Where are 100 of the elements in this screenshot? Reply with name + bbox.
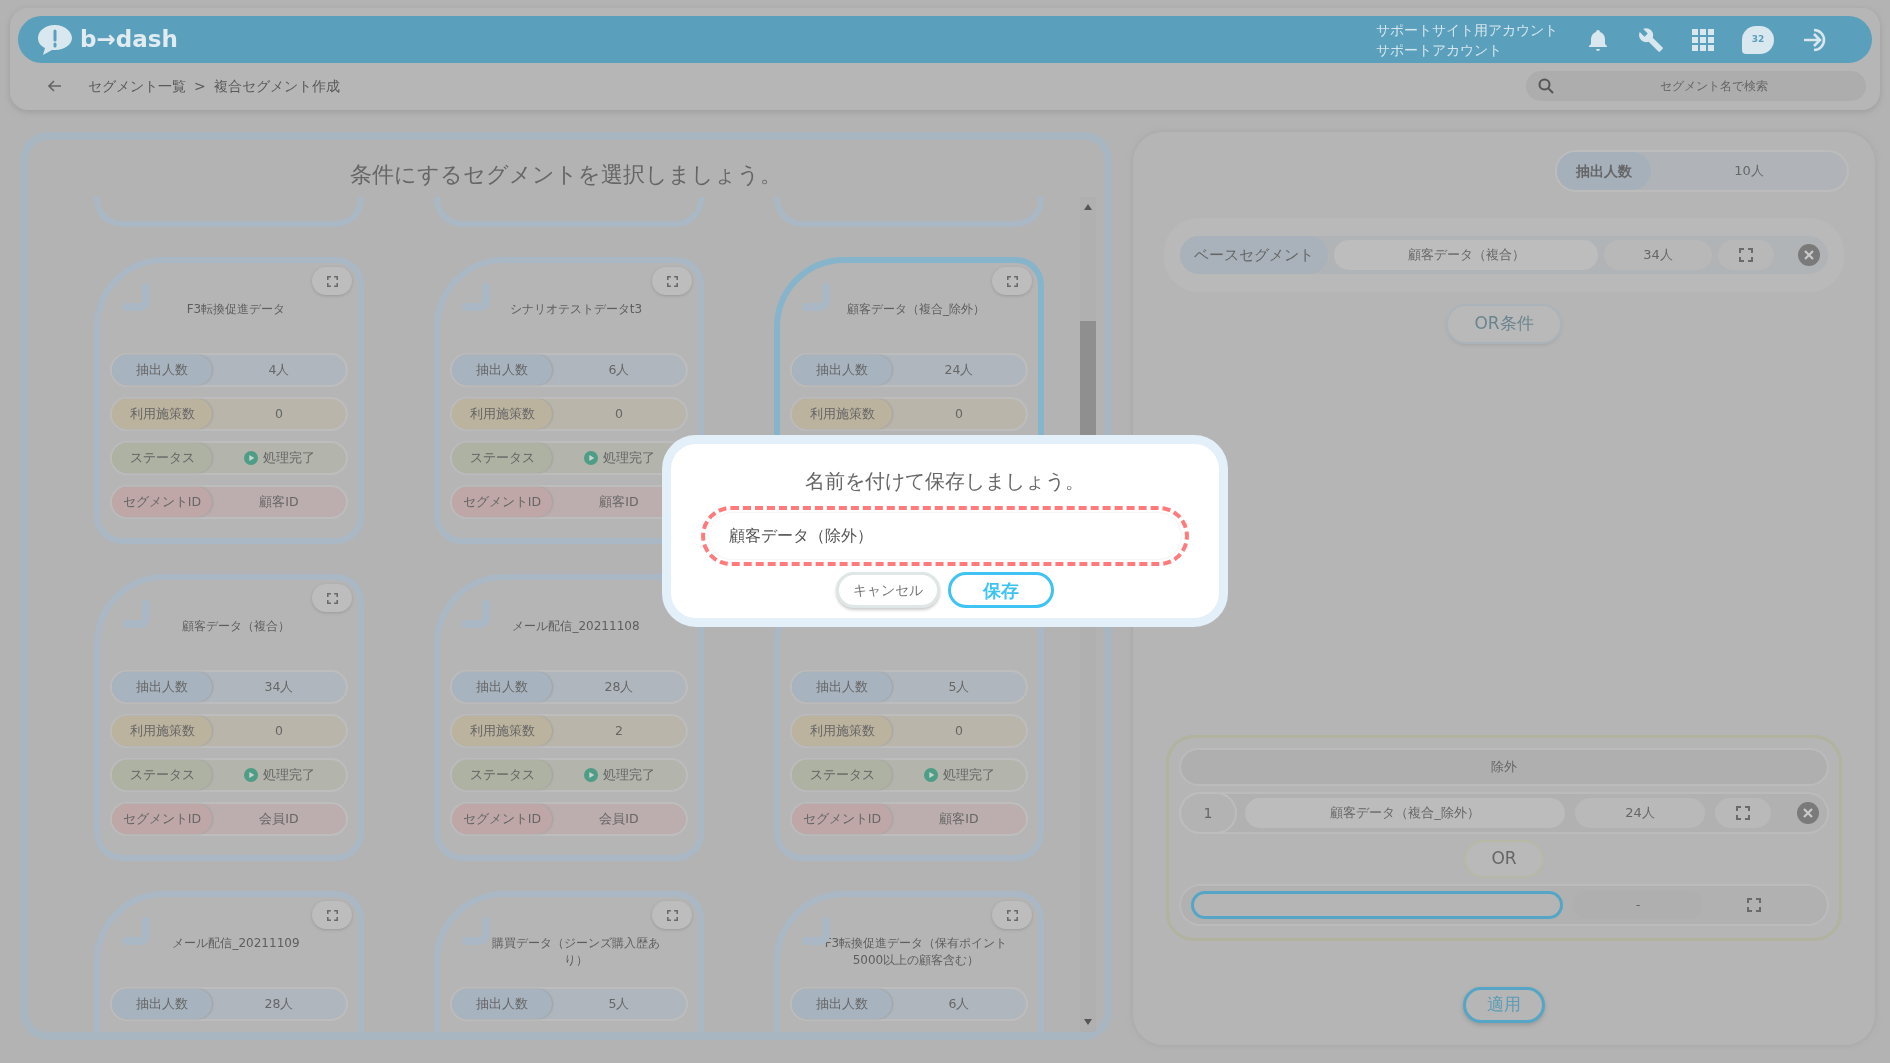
stat-value: 処理完了 xyxy=(262,448,315,467)
stat-label: 利用施策数 xyxy=(452,399,552,429)
wrench-icon[interactable] xyxy=(1638,26,1664,53)
stat-label: ステータス xyxy=(792,760,892,790)
segment-card[interactable]: メール配信_20211109 抽出人数 28人 xyxy=(94,891,364,1032)
base-segment-label: ベースセグメント xyxy=(1180,236,1328,274)
stat-value: 0 xyxy=(615,404,623,423)
play-icon xyxy=(243,768,258,782)
back-arrow-icon[interactable] xyxy=(48,80,62,92)
stat-label: ステータス xyxy=(112,443,212,473)
expand-icon xyxy=(1006,909,1018,921)
stat-label: 抽出人数 xyxy=(792,989,892,1019)
card-title: F3転換促進データ xyxy=(186,301,286,318)
or-condition-button[interactable]: OR条件 xyxy=(1448,306,1560,342)
grid-icon[interactable] xyxy=(1692,28,1714,51)
total-count-value: 10人 xyxy=(1733,162,1765,181)
stat-value: 5人 xyxy=(948,677,970,696)
expand-button[interactable] xyxy=(312,901,352,929)
breadcrumb-current: 複合セグメント作成 xyxy=(213,76,340,96)
stat-label: 抽出人数 xyxy=(452,989,552,1019)
segment-card[interactable]: 顧客データ（複合） 抽出人数 34人 利用施策数 0 ステータス 処理完了 セグメントID 会員ID xyxy=(94,574,364,861)
stat-value: 0 xyxy=(275,721,283,740)
account-name: サポートアカウント xyxy=(1376,40,1503,60)
name-field[interactable]: 顧客データ（除外） xyxy=(701,506,1189,566)
expand-icon xyxy=(1739,248,1753,262)
panel-title: 条件にするセグメントを選択しましょう。 xyxy=(350,161,782,189)
card-title: 顧客データ（複合） xyxy=(182,618,290,635)
account-name: サポートサイト用アカウント xyxy=(1376,20,1558,40)
stat-label: ステータス xyxy=(452,443,552,473)
stat-label: 利用施策数 xyxy=(792,716,892,746)
card-title: メール配信_20211109 xyxy=(172,935,300,952)
total-count-label: 抽出人数 xyxy=(1557,152,1651,190)
scroll-down-icon[interactable] xyxy=(1083,1018,1093,1026)
stat-value: 会員ID xyxy=(599,809,639,828)
expand-icon xyxy=(666,909,678,921)
stat-label: 抽出人数 xyxy=(792,355,892,385)
stat-value: 顧客ID xyxy=(259,492,299,511)
stat-value: 4人 xyxy=(268,360,290,379)
search-field[interactable]: セグメント名で検索 xyxy=(1526,71,1866,101)
expand-button[interactable] xyxy=(1718,240,1774,270)
bell-icon[interactable] xyxy=(1586,27,1610,52)
stat-label: 抽出人数 xyxy=(112,672,212,702)
stat-value: 6人 xyxy=(608,360,630,379)
play-icon xyxy=(243,451,258,465)
stat-label: 利用施策数 xyxy=(792,399,892,429)
stat-label: セグメントID xyxy=(112,804,212,834)
expand-icon xyxy=(326,275,338,287)
stat-value: 処理完了 xyxy=(602,448,655,467)
segment-card[interactable]: メール配信_20211108 抽出人数 28人 利用施策数 2 ステータス 処理完了 セグメントID 会員ID xyxy=(434,574,704,861)
stat-value: 5人 xyxy=(608,994,630,1013)
expand-button[interactable] xyxy=(652,901,692,929)
segment-name: 顧客データ（複合） xyxy=(1334,240,1598,270)
card-title: 顧客データ（複合_除外） xyxy=(847,301,985,318)
exclusion-header: 除外 xyxy=(1181,750,1827,784)
close-icon[interactable] xyxy=(1798,244,1820,266)
stat-value: 0 xyxy=(955,721,963,740)
scroll-up-icon[interactable] xyxy=(1083,203,1093,211)
stat-value: 28人 xyxy=(604,677,634,696)
expand-button[interactable] xyxy=(312,584,352,612)
stat-value: 処理完了 xyxy=(602,765,655,784)
expand-icon xyxy=(1747,898,1761,912)
stat-value: 0 xyxy=(955,404,963,423)
stat-value: 6人 xyxy=(948,994,970,1013)
stat-label: ステータス xyxy=(452,760,552,790)
stat-label: ステータス xyxy=(112,760,212,790)
stat-label: 抽出人数 xyxy=(792,672,892,702)
stat-label: セグメントID xyxy=(452,804,552,834)
stat-label: 抽出人数 xyxy=(112,355,212,385)
chat-button[interactable]: 32 xyxy=(1742,25,1774,54)
segment-card[interactable]: シナリオテストデータt3 抽出人数 6人 利用施策数 0 ステータス 処理完了 セグメントID 顧客ID xyxy=(434,257,704,544)
breadcrumb-link[interactable]: セグメント一覧 xyxy=(88,75,186,97)
segment-card[interactable]: F3転換促進データ 抽出人数 4人 利用施策数 0 ステータス 処理完了 セグメントID 顧客ID xyxy=(94,257,364,544)
segment-count: 24人 xyxy=(1575,798,1705,828)
expand-icon xyxy=(326,592,338,604)
expand-button[interactable] xyxy=(312,267,352,295)
card-title: シナリオテストデータt3 xyxy=(509,301,643,318)
logo-text: b→dash xyxy=(80,25,178,55)
save-button[interactable]: 保存 xyxy=(948,572,1054,608)
expand-button[interactable] xyxy=(652,267,692,295)
stat-label: セグメントID xyxy=(452,487,552,517)
stat-value: 28人 xyxy=(264,994,294,1013)
cancel-button[interactable]: キャンセル xyxy=(836,572,940,608)
logo-icon xyxy=(36,22,74,57)
breadcrumb-separator: > xyxy=(194,76,206,96)
segment-count: 34人 xyxy=(1604,240,1712,270)
segment-card[interactable]: 購買データ（ジーンズ購入歴あり） 抽出人数 5人 xyxy=(434,891,704,1032)
expand-button[interactable] xyxy=(992,901,1032,929)
stat-value: 0 xyxy=(275,404,283,423)
expand-button[interactable] xyxy=(1715,798,1771,828)
stat-label: セグメントID xyxy=(112,487,212,517)
expand-icon xyxy=(666,275,678,287)
card-title: メール配信_20211108 xyxy=(512,618,640,635)
expand-button[interactable] xyxy=(992,267,1032,295)
segment-input[interactable] xyxy=(1191,891,1563,919)
play-icon xyxy=(583,451,598,465)
close-icon[interactable] xyxy=(1797,802,1819,824)
stat-label: 抽出人数 xyxy=(112,989,212,1019)
stat-label: 利用施策数 xyxy=(112,399,212,429)
or-label: OR xyxy=(1466,842,1542,876)
stat-value: 2 xyxy=(615,721,623,740)
